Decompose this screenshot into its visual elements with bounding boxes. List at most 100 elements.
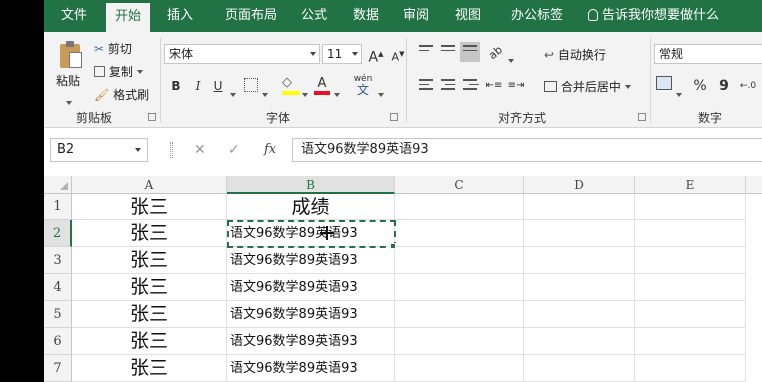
font-name-combo[interactable]: 宋体	[164, 44, 320, 64]
cell-b7[interactable]: 语文96数学89英语93	[227, 355, 395, 382]
enter-icon[interactable]: ✓	[228, 142, 240, 158]
font-launcher-icon[interactable]	[390, 113, 398, 121]
column-header-f[interactable]	[746, 176, 762, 194]
tab-page-layout[interactable]: 页面布局	[216, 0, 286, 32]
tab-insert[interactable]: 插入	[158, 0, 202, 32]
insert-function-icon[interactable]: fx	[264, 142, 276, 157]
column-header-b[interactable]: B	[227, 176, 395, 194]
cell-b5[interactable]: 语文96数学89英语93	[227, 301, 395, 328]
column-header-a[interactable]: A	[72, 176, 227, 194]
tab-office-tab[interactable]: 办公标签	[502, 0, 572, 32]
align-left-icon[interactable]	[416, 76, 436, 96]
tab-view[interactable]: 视图	[448, 0, 488, 32]
cell-e1[interactable]	[635, 194, 746, 220]
cell-c7[interactable]	[395, 355, 524, 382]
cell-c3[interactable]	[395, 247, 524, 274]
increase-decimal-icon[interactable]: ←.0	[738, 76, 758, 96]
align-middle-icon[interactable]	[438, 42, 458, 62]
tab-file[interactable]: 文件	[52, 0, 96, 32]
cell-d3[interactable]	[524, 247, 635, 274]
name-box[interactable]: B2	[50, 138, 148, 162]
font-size-combo[interactable]: 11	[322, 44, 362, 64]
cell-e6[interactable]	[635, 328, 746, 355]
orientation-icon[interactable]: ab	[486, 42, 506, 62]
paste-icon[interactable]	[58, 40, 84, 70]
copy-button[interactable]: 复制	[94, 63, 143, 80]
cell-b6[interactable]: 语文96数学89英语93	[227, 328, 395, 355]
grow-font-button[interactable]: A▲	[366, 44, 386, 66]
borders-dropdown-icon[interactable]	[262, 84, 268, 103]
row-header-7[interactable]: 7	[44, 355, 72, 382]
cell-e7[interactable]	[635, 355, 746, 382]
phonetic-button[interactable]: wén 文	[352, 74, 374, 96]
percent-button[interactable]: %	[690, 76, 710, 96]
cell-d5[interactable]	[524, 301, 635, 328]
underline-button[interactable]: U	[208, 76, 228, 96]
phonetic-dropdown-icon[interactable]	[378, 84, 384, 103]
wrap-text-button[interactable]: ↩ 自动换行	[544, 46, 606, 63]
cell-e4[interactable]	[635, 274, 746, 301]
align-bottom-icon[interactable]	[460, 42, 480, 62]
cell-c1[interactable]	[395, 194, 524, 220]
tab-formulas[interactable]: 公式	[294, 0, 334, 32]
fill-handle[interactable]	[390, 243, 396, 249]
bold-button[interactable]: B	[166, 76, 186, 96]
row-header-1[interactable]: 1	[44, 194, 72, 220]
cell-d4[interactable]	[524, 274, 635, 301]
font-color-button[interactable]: A	[314, 76, 330, 96]
increase-indent-icon[interactable]: ≡⇥	[506, 76, 526, 96]
fill-dropdown-icon[interactable]	[302, 84, 308, 103]
format-painter-button[interactable]: 🖌 格式刷	[94, 86, 149, 103]
cell-d2[interactable]	[524, 220, 635, 247]
cell-a6[interactable]: 张三	[72, 328, 227, 355]
cell-a2[interactable]: 张三	[72, 220, 227, 247]
fill-color-icon[interactable]: ◇	[282, 76, 300, 96]
cell-a4[interactable]: 张三	[72, 274, 227, 301]
cell-a7[interactable]: 张三	[72, 355, 227, 382]
cell-c6[interactable]	[395, 328, 524, 355]
align-top-icon[interactable]	[416, 42, 436, 62]
cell-b2[interactable]: 语文96数学89英语93	[227, 220, 395, 247]
cell-e5[interactable]	[635, 301, 746, 328]
tab-review[interactable]: 审阅	[396, 0, 436, 32]
alignment-launcher-icon[interactable]	[638, 113, 646, 121]
cell-c2[interactable]	[395, 220, 524, 247]
column-header-e[interactable]: E	[635, 176, 746, 194]
shrink-font-button[interactable]: A▼	[388, 44, 408, 64]
row-header-2[interactable]: 2	[44, 220, 72, 247]
merge-center-button[interactable]: 合并后居中	[544, 78, 631, 95]
row-header-4[interactable]: 4	[44, 274, 72, 301]
row-header-3[interactable]: 3	[44, 247, 72, 274]
paste-button[interactable]: 粘贴	[56, 72, 80, 89]
cell-e3[interactable]	[635, 247, 746, 274]
orientation-dropdown-icon[interactable]	[508, 50, 514, 69]
cell-d7[interactable]	[524, 355, 635, 382]
borders-icon[interactable]	[244, 78, 258, 92]
currency-dropdown-icon[interactable]	[676, 84, 682, 103]
number-format-combo[interactable]: 常规	[654, 44, 762, 64]
decrease-indent-icon[interactable]: ⇤≡	[484, 76, 504, 96]
cancel-icon[interactable]: ✕	[194, 142, 206, 158]
cell-b4[interactable]: 语文96数学89英语93	[227, 274, 395, 301]
cell-d6[interactable]	[524, 328, 635, 355]
cell-b3[interactable]: 语文96数学89英语93	[227, 247, 395, 274]
resize-handle[interactable]	[170, 142, 173, 158]
italic-button[interactable]: I	[188, 76, 208, 96]
align-right-icon[interactable]	[460, 76, 480, 96]
select-all-corner[interactable]	[44, 176, 72, 194]
paste-dropdown-icon[interactable]	[66, 92, 72, 111]
cell-c5[interactable]	[395, 301, 524, 328]
cell-a1[interactable]: 张三	[72, 194, 227, 220]
cut-button[interactable]: ✂ 剪切	[94, 40, 132, 57]
font-color-dropdown-icon[interactable]	[334, 84, 340, 103]
row-header-6[interactable]: 6	[44, 328, 72, 355]
cell-d1[interactable]	[524, 194, 635, 220]
clipboard-launcher-icon[interactable]	[148, 113, 156, 121]
tab-home[interactable]: 开始	[106, 3, 150, 32]
underline-dropdown-icon[interactable]	[230, 84, 236, 103]
formula-input[interactable]: 语文96数学89英语93	[292, 138, 762, 162]
cell-e2[interactable]	[635, 220, 746, 247]
cell-a3[interactable]: 张三	[72, 247, 227, 274]
cell-c4[interactable]	[395, 274, 524, 301]
column-header-d[interactable]: D	[524, 176, 635, 194]
